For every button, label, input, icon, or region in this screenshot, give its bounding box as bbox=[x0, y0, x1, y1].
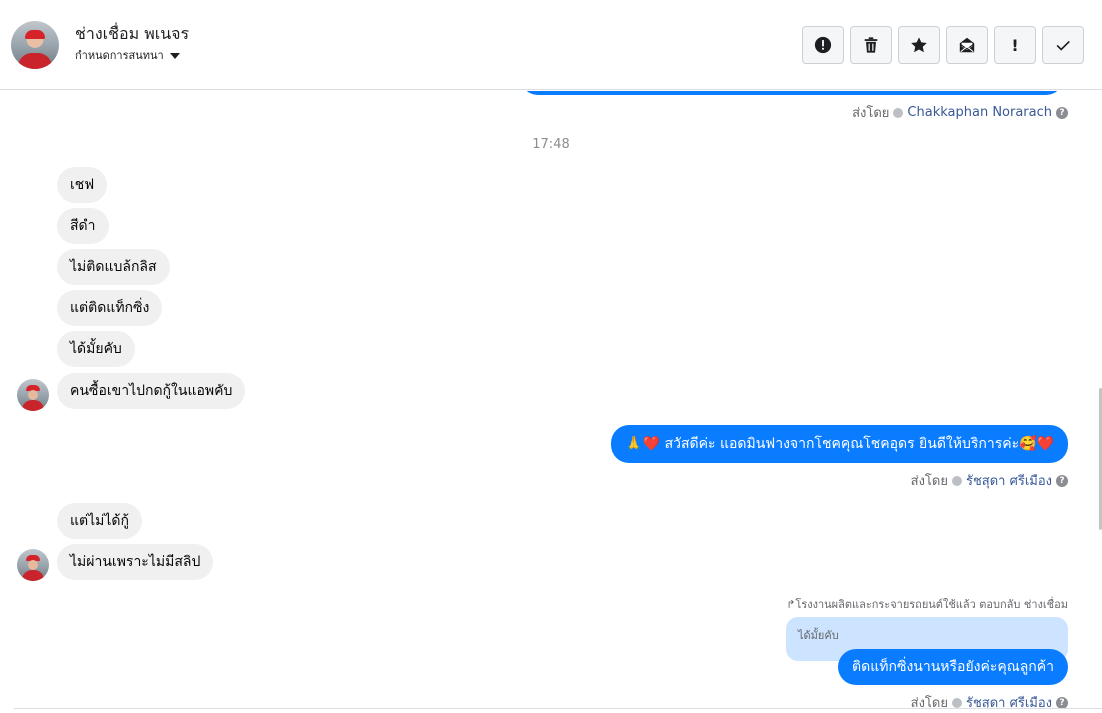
envelope-open-icon bbox=[959, 37, 975, 53]
outgoing-message-bubble[interactable] bbox=[520, 91, 1064, 95]
star-button[interactable] bbox=[898, 26, 940, 64]
incoming-message[interactable]: ไม่ติดแบล้กลิส bbox=[57, 249, 170, 285]
delete-button[interactable] bbox=[850, 26, 892, 64]
assign-conversation-label: กำหนดการสนทนา bbox=[75, 49, 164, 62]
conversation-toolbar: ! bbox=[802, 26, 1084, 64]
alert-circle-icon bbox=[814, 36, 832, 54]
agent-name[interactable]: Chakkaphan Norarach bbox=[907, 105, 1052, 120]
contact-avatar-small[interactable] bbox=[17, 379, 49, 411]
reply-context-note: ↱โรงงานผลิตและกระจายรถยนต์ใช้แล้ว ตอบกลั… bbox=[786, 598, 1068, 611]
assign-conversation-dropdown[interactable]: กำหนดการสนทนา bbox=[75, 46, 180, 64]
mark-unread-button[interactable] bbox=[946, 26, 988, 64]
sent-by-prefix: ส่งโดย bbox=[852, 106, 890, 121]
priority-label: ! bbox=[1011, 35, 1019, 55]
caret-down-icon bbox=[169, 52, 180, 59]
sent-by-info: ส่งโดย รัชสุดา ศรีเมือง ? bbox=[911, 470, 1068, 491]
contact-name[interactable]: ช่างเชื่อม พเนจร bbox=[75, 22, 189, 47]
verified-check-icon bbox=[951, 697, 962, 708]
help-icon[interactable]: ? bbox=[1056, 474, 1068, 487]
outgoing-message[interactable]: 🙏❤️ สวัสดีค่ะ แอดมินฟางจากโชคคุณโชคอุดร … bbox=[611, 425, 1068, 463]
composer-edge bbox=[14, 708, 1102, 713]
help-icon[interactable]: ? bbox=[1056, 696, 1068, 709]
sent-by-info: ส่งโดย Chakkaphan Norarach ? bbox=[852, 102, 1068, 123]
time-separator: 17:48 bbox=[532, 137, 570, 152]
priority-button[interactable]: ! bbox=[994, 26, 1036, 64]
incoming-message[interactable]: เชฟ bbox=[57, 167, 108, 203]
check-icon bbox=[1056, 40, 1070, 51]
message-thread[interactable]: ส่งโดย Chakkaphan Norarach ? 17:48 เชฟ ส… bbox=[0, 91, 1102, 713]
incoming-message[interactable]: ไม่ผ่านเพราะไม่มีสลิป bbox=[57, 544, 214, 580]
star-icon bbox=[911, 37, 927, 53]
done-button[interactable] bbox=[1042, 26, 1084, 64]
incoming-message[interactable]: คนซื้อเขาไปกดกู้ในแอพคับ bbox=[57, 373, 246, 409]
verified-check-icon bbox=[893, 107, 904, 118]
sent-by-prefix: ส่งโดย bbox=[910, 474, 948, 489]
incoming-message[interactable]: ได้มั้ยคับ bbox=[57, 331, 135, 367]
trash-icon bbox=[864, 37, 878, 53]
outgoing-reply-message[interactable]: ติดแท็กซิ่งนานหรือยังค่ะคุณลูกค้า bbox=[838, 649, 1068, 685]
verified-check-icon bbox=[951, 475, 962, 486]
quoted-message-text: ได้มั้ยคับ bbox=[798, 629, 839, 642]
contact-avatar-small[interactable] bbox=[17, 549, 49, 581]
contact-avatar[interactable] bbox=[11, 21, 59, 69]
incoming-message[interactable]: แต่ไม่ได้กู้ bbox=[57, 503, 142, 539]
conversation-header: ช่างเชื่อม พเนจร กำหนดการสนทนา ! bbox=[0, 0, 1102, 90]
incoming-message[interactable]: แต่ติดแท็กซิ่ง bbox=[57, 290, 163, 326]
report-spam-button[interactable] bbox=[802, 26, 844, 64]
help-icon[interactable]: ? bbox=[1056, 106, 1068, 119]
agent-name[interactable]: รัชสุดา ศรีเมือง bbox=[966, 470, 1052, 491]
incoming-message[interactable]: สีดำ bbox=[57, 208, 109, 244]
